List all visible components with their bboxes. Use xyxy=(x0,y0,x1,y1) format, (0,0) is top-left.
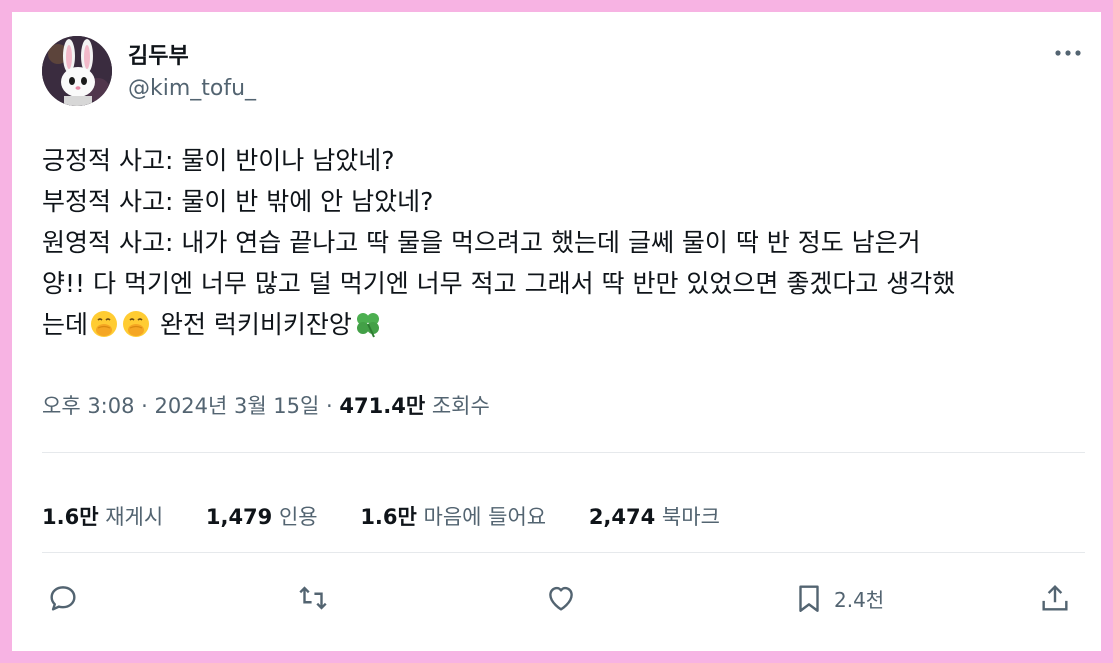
stat-label: 재게시 xyxy=(98,505,164,529)
tweet-card: 김두부 @kim_tofu_ 긍정적 사고: 물이 반이나 남았네? 부정적 사… xyxy=(12,12,1101,651)
more-options-button[interactable] xyxy=(1051,40,1085,66)
views-label: 조회수 xyxy=(425,394,490,418)
views-count: 471.4만 xyxy=(339,394,426,418)
stat-count: 2,474 xyxy=(588,505,656,529)
stat-label: 인용 xyxy=(272,505,318,529)
retweet-icon xyxy=(299,586,327,610)
stat-count: 1.6만 xyxy=(360,505,417,529)
stat-label: 마음에 들어요 xyxy=(416,505,547,529)
divider xyxy=(42,452,1085,453)
like-button[interactable] xyxy=(544,578,578,618)
tweet-line-prefix: 는데 xyxy=(42,310,89,339)
meta-separator: · xyxy=(134,394,155,418)
stat-quotes[interactable]: 1,479 인용 xyxy=(206,501,318,531)
stat-count: 1,479 xyxy=(205,505,273,529)
tweet-meta: 오후 3:08 · 2024년 3월 15일 · 471.4만 조회수 xyxy=(42,390,490,420)
stat-label: 북마크 xyxy=(655,505,720,529)
bookmark-button[interactable]: 2.4천 xyxy=(792,578,884,618)
share-icon xyxy=(1042,584,1068,611)
stat-likes[interactable]: 1.6만 마음에 들어요 xyxy=(360,501,546,531)
user-handle[interactable]: @kim_tofu_ xyxy=(128,76,256,101)
display-name[interactable]: 김두부 xyxy=(128,38,189,70)
avatar[interactable] xyxy=(42,36,112,106)
stat-reposts[interactable]: 1.6만 재게시 xyxy=(42,501,163,531)
tweet-line: 긍정적 사고: 물이 반이나 남았네? xyxy=(42,146,395,175)
tweet-line-suffix: 완전 럭키비키잔앙 xyxy=(152,310,352,339)
tweet-time[interactable]: 오후 3:08 xyxy=(42,394,134,418)
retweet-button[interactable] xyxy=(296,578,330,618)
bunny-avatar-icon xyxy=(42,36,112,106)
reply-icon xyxy=(50,586,76,611)
hand-over-mouth-emoji-icon xyxy=(123,311,150,337)
four-leaf-clover-icon xyxy=(356,313,379,338)
tweet-line: 부정적 사고: 물이 반 밖에 안 남았네? xyxy=(42,187,434,216)
action-bar: 2.4천 xyxy=(12,578,1101,618)
tweet-line: 원영적 사고: 내가 연습 끝나고 딱 물을 먹으려고 했는데 글쎄 물이 딱 … xyxy=(42,228,921,257)
tweet-line-last: 는데 완전 럭키비키잔앙 xyxy=(42,304,1082,345)
tweet-date[interactable]: 2024년 3월 15일 xyxy=(155,394,320,418)
tweet-text: 긍정적 사고: 물이 반이나 남았네? 부정적 사고: 물이 반 밖에 안 남았… xyxy=(42,140,1082,345)
like-icon xyxy=(549,586,573,611)
more-dots-icon xyxy=(1055,50,1081,56)
reply-button[interactable] xyxy=(46,578,80,618)
stat-bookmarks[interactable]: 2,474 북마크 xyxy=(589,501,720,531)
tweet-line: 양!! 다 먹기엔 너무 많고 덜 먹기엔 너무 적고 그래서 딱 반만 있었으… xyxy=(42,269,956,298)
hand-over-mouth-emoji-icon xyxy=(91,311,118,337)
share-button[interactable] xyxy=(1038,578,1072,618)
stat-count: 1.6만 xyxy=(42,505,99,529)
meta-separator: · xyxy=(319,394,340,418)
bookmark-icon xyxy=(799,585,819,612)
divider xyxy=(42,552,1085,553)
bookmark-count: 2.4천 xyxy=(834,587,885,612)
engagement-stats: 1.6만 재게시 1,479 인용 1.6만 마음에 들어요 2,474 북마크 xyxy=(42,501,756,531)
